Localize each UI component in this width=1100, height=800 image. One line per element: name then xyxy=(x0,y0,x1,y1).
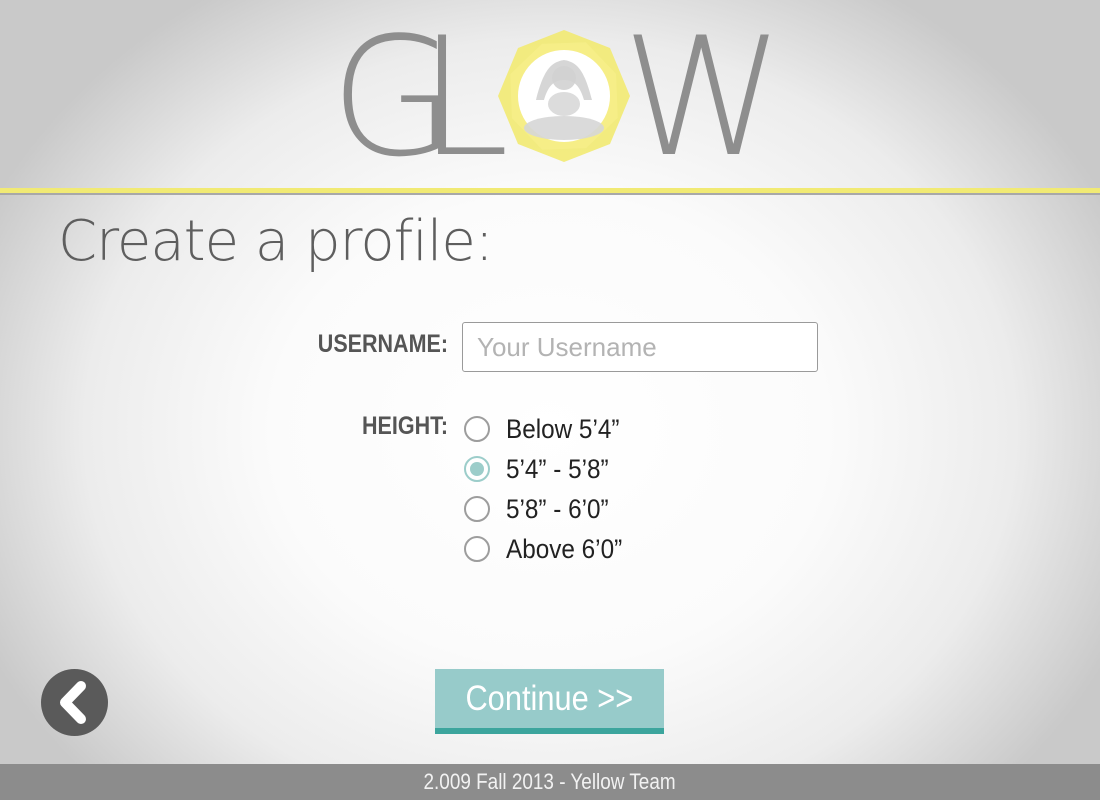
logo-letter-w: W xyxy=(622,2,785,193)
app-logo: G L W xyxy=(330,2,784,193)
logo-letter-l: L xyxy=(418,2,510,193)
radio-button[interactable] xyxy=(464,496,490,522)
radio-button[interactable] xyxy=(464,416,490,442)
height-label: HEIGHT: xyxy=(362,412,448,440)
radio-label: Below 5’4” xyxy=(506,413,620,444)
header-divider xyxy=(0,188,1100,195)
height-option-5-4-to-5-8[interactable]: 5’4” - 5’8” xyxy=(464,452,620,486)
chevron-left-icon xyxy=(60,681,86,724)
username-input[interactable] xyxy=(462,322,818,372)
footer-text: 2.009 Fall 2013 - Yellow Team xyxy=(423,769,677,794)
radio-button-selected[interactable] xyxy=(464,456,490,482)
radio-label: Above 6’0” xyxy=(506,533,623,564)
page-title: Create a profile: xyxy=(58,209,494,274)
username-label: USERNAME: xyxy=(317,330,448,358)
radio-label: 5’8” - 6’0” xyxy=(506,493,609,524)
radio-label: 5’4” - 5’8” xyxy=(506,453,609,484)
height-option-5-8-to-6-0[interactable]: 5’8” - 6’0” xyxy=(464,492,620,526)
continue-button[interactable]: Continue >> xyxy=(435,669,664,734)
height-option-below-5-4[interactable]: Below 5’4” xyxy=(464,412,632,446)
radio-button[interactable] xyxy=(464,536,490,562)
continue-button-label: Continue >> xyxy=(465,678,634,718)
height-option-above-6-0[interactable]: Above 6’0” xyxy=(464,532,635,566)
footer: 2.009 Fall 2013 - Yellow Team xyxy=(0,764,1100,800)
back-button[interactable] xyxy=(41,669,108,736)
logo-wordmark: G L W xyxy=(330,2,784,193)
